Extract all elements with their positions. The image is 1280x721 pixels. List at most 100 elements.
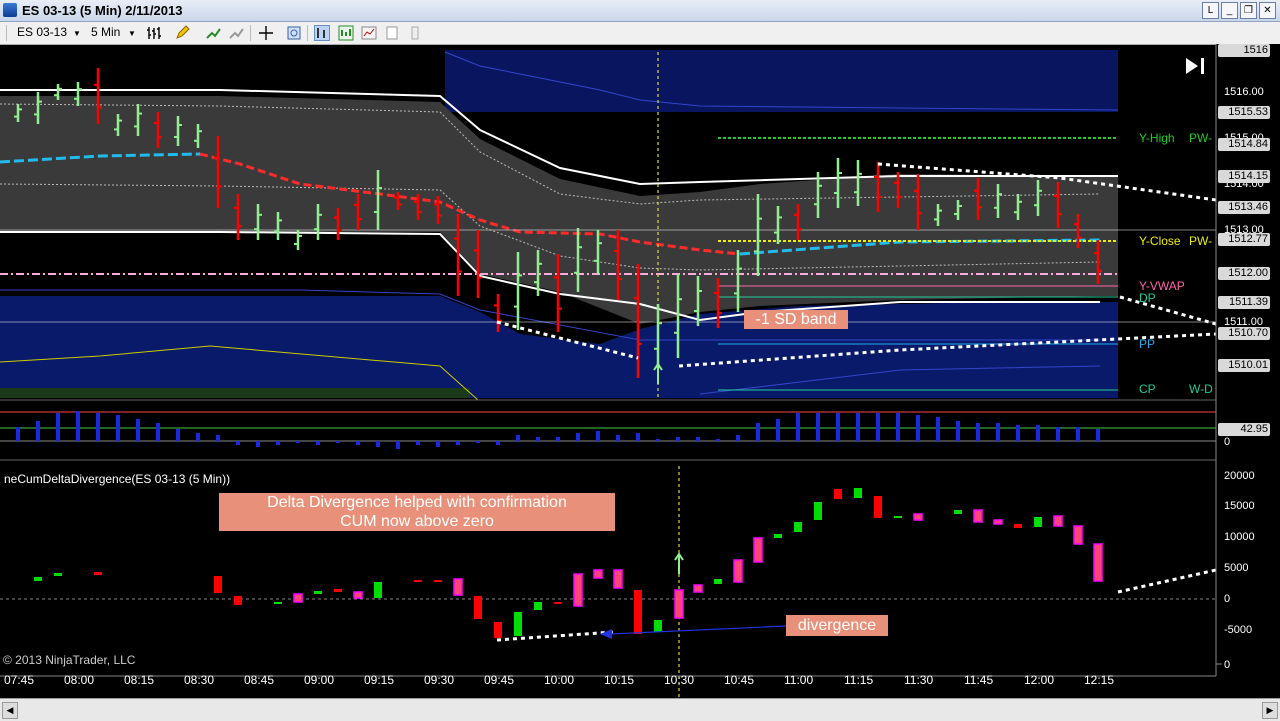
volume-bar bbox=[496, 441, 500, 445]
price-tag: 1514.84 bbox=[1218, 138, 1270, 151]
time-label: 08:30 bbox=[184, 673, 215, 687]
delta-axis-label: 5000 bbox=[1224, 562, 1249, 574]
delta-axis-label: 10000 bbox=[1224, 531, 1255, 543]
time-label: 10:30 bbox=[664, 673, 695, 687]
price-tag: 1513.46 bbox=[1218, 201, 1270, 214]
crosshair-icon[interactable] bbox=[258, 25, 274, 41]
volume-bar bbox=[176, 429, 180, 441]
delta-candle bbox=[674, 589, 684, 619]
delta-candle bbox=[414, 580, 422, 582]
filter-icon[interactable] bbox=[407, 25, 423, 41]
volume-bar bbox=[216, 435, 220, 441]
volume-bar bbox=[656, 439, 660, 441]
volume-bar bbox=[256, 441, 260, 447]
properties-icon[interactable] bbox=[361, 25, 377, 41]
upper-band-fill bbox=[445, 50, 1118, 112]
delta-candle bbox=[794, 522, 802, 532]
delta-candle bbox=[993, 519, 1003, 525]
toolbar-separator bbox=[307, 25, 308, 41]
close-button[interactable]: ✕ bbox=[1259, 2, 1276, 19]
scroll-left-button[interactable]: ◀ bbox=[2, 702, 18, 719]
minimize-button[interactable]: _ bbox=[1221, 2, 1238, 19]
delta-candle bbox=[874, 496, 882, 518]
delta-candle bbox=[1093, 543, 1103, 582]
time-label: 12:00 bbox=[1024, 673, 1055, 687]
delta-trend-line bbox=[1117, 568, 1217, 594]
interval-dropdown-icon[interactable]: ▼ bbox=[128, 29, 136, 38]
chart-style-icon[interactable] bbox=[314, 25, 330, 41]
indicator-name: neCumDeltaDivergence(ES 03-13 (5 Min)) bbox=[4, 472, 231, 486]
zoom-icon[interactable] bbox=[286, 25, 302, 41]
time-label: 08:45 bbox=[244, 673, 275, 687]
scroll-to-end-icon[interactable] bbox=[1186, 58, 1198, 74]
delta-annotation-line-1: Delta Divergence helped with confirmatio… bbox=[267, 494, 567, 511]
y-high-label: Y-High bbox=[1139, 131, 1175, 145]
delta-candle bbox=[434, 580, 442, 582]
volume-bar bbox=[1016, 425, 1020, 441]
delta-candle bbox=[353, 591, 363, 599]
price-tag: 1510.01 bbox=[1218, 359, 1270, 372]
data-box-glyph bbox=[338, 25, 354, 41]
scroll-to-end-bar[interactable] bbox=[1201, 58, 1204, 74]
delta-candle bbox=[593, 569, 603, 579]
volume-tag: 42.95 bbox=[1218, 423, 1270, 436]
volume-bar bbox=[136, 419, 140, 441]
print-icon[interactable] bbox=[384, 25, 400, 41]
delta-candle bbox=[54, 573, 62, 576]
instrument-dropdown-icon[interactable]: ▼ bbox=[73, 29, 81, 38]
volume-bar bbox=[916, 415, 920, 441]
add-indicator-icon[interactable] bbox=[205, 25, 221, 41]
indicator-glyph bbox=[206, 28, 221, 39]
pw-high-label: PW- bbox=[1189, 131, 1213, 145]
volume-bars bbox=[16, 411, 1100, 449]
scroll-right-button[interactable]: ▶ bbox=[1262, 702, 1278, 719]
chart-toolbar: ES 03-13 ▼ 5 Min ▼ bbox=[0, 22, 1280, 45]
volume-bar bbox=[616, 435, 620, 441]
chart-canvas[interactable] bbox=[0, 44, 1280, 698]
link-button[interactable]: L bbox=[1202, 2, 1219, 19]
price-tag: 1514.15 bbox=[1218, 170, 1270, 183]
volume-bar bbox=[356, 441, 360, 445]
delta-candle bbox=[634, 590, 642, 634]
time-label: 10:45 bbox=[724, 673, 755, 687]
delta-candle bbox=[654, 620, 662, 632]
time-label: 08:15 bbox=[124, 673, 155, 687]
delta-candle bbox=[534, 602, 542, 610]
volume-bar bbox=[576, 433, 580, 441]
horizontal-scrollbar[interactable]: ◀ ▶ bbox=[0, 698, 1280, 721]
volume-bar bbox=[696, 437, 700, 441]
instrument-selector[interactable]: ES 03-13 bbox=[17, 25, 67, 39]
bar-type-glyph bbox=[147, 27, 161, 39]
volume-bar bbox=[36, 421, 40, 441]
volume-bar bbox=[956, 421, 960, 441]
delta-candle bbox=[753, 537, 763, 563]
zoom-glyph bbox=[287, 26, 301, 40]
volume-bar bbox=[296, 441, 300, 443]
strategy-icon[interactable] bbox=[228, 25, 244, 41]
data-box-icon[interactable] bbox=[338, 25, 354, 41]
delta-candle bbox=[34, 577, 42, 581]
volume-bar bbox=[396, 441, 400, 449]
delta-candle bbox=[494, 622, 502, 638]
price-tag: 1515.53 bbox=[1218, 106, 1270, 119]
delta-candle bbox=[274, 602, 282, 604]
toolbar-grip bbox=[6, 25, 7, 41]
volume-bar bbox=[1076, 427, 1080, 441]
delta-axis-label: 20000 bbox=[1224, 470, 1255, 482]
bar-type-icon[interactable] bbox=[146, 25, 162, 41]
interval-selector[interactable]: 5 Min bbox=[91, 25, 120, 39]
volume-bar bbox=[536, 437, 540, 441]
delta-candle bbox=[814, 502, 822, 520]
delta-candle bbox=[514, 612, 522, 636]
print-glyph bbox=[386, 26, 398, 40]
volume-bar bbox=[476, 441, 480, 443]
trend-line bbox=[1119, 295, 1217, 326]
properties-glyph bbox=[361, 26, 377, 40]
restore-button[interactable]: ❐ bbox=[1240, 2, 1257, 19]
time-label: 11:30 bbox=[904, 673, 934, 687]
time-label: 11:45 bbox=[964, 673, 994, 687]
time-label: 10:00 bbox=[544, 673, 575, 687]
draw-pencil-icon[interactable] bbox=[174, 25, 190, 41]
volume-bar bbox=[96, 413, 100, 441]
volume-bar bbox=[316, 441, 320, 445]
